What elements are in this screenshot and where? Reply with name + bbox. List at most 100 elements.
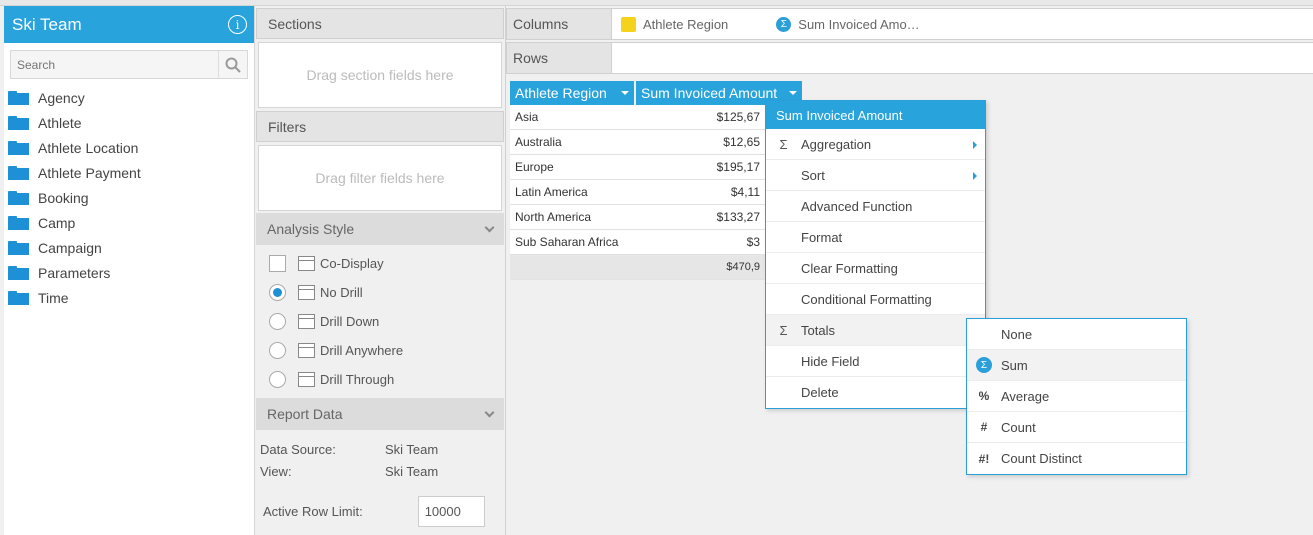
drill-anywhere-icon [298, 343, 315, 358]
sections-drop-zone[interactable]: Drag section fields here [258, 42, 502, 108]
drill-through-icon [298, 372, 315, 387]
field-context-menu: Sum Invoiced Amount Σ Aggregation Sort Ad… [765, 100, 986, 409]
table-row: Latin America $4,11 [510, 180, 802, 205]
submenu-arrow-icon [973, 172, 977, 180]
amount-cell: $195,17 [716, 160, 760, 174]
amount-cell: $3 [746, 235, 760, 249]
style-no-drill[interactable]: No Drill [256, 278, 504, 307]
folder-list: Agency Athlete Athlete Location Athlete … [4, 85, 254, 310]
folder-item-parameters[interactable]: Parameters [4, 260, 254, 285]
report-data-header[interactable]: Report Data [256, 398, 504, 430]
folder-label: Athlete Location [38, 139, 139, 156]
submenu-item-label: Count [1001, 419, 1036, 435]
header-label: Athlete Region [515, 85, 607, 101]
analysis-style-header[interactable]: Analysis Style [256, 213, 504, 245]
style-label: Drill Anywhere [320, 343, 404, 358]
totals-option-average[interactable]: % Average [967, 381, 1186, 412]
table-header: Athlete Region Sum Invoiced Amount [510, 81, 802, 105]
menu-item-conditional-formatting[interactable]: Conditional Formatting [766, 284, 985, 315]
folder-item-time[interactable]: Time [4, 285, 254, 310]
view-value: Ski Team [385, 463, 439, 479]
filters-drop-zone[interactable]: Drag filter fields here [258, 145, 502, 211]
totals-option-sum[interactable]: Σ Sum [967, 350, 1186, 381]
folder-icon [8, 215, 29, 230]
chip-label: Athlete Region [643, 16, 729, 32]
folder-item-campaign[interactable]: Campaign [4, 235, 254, 260]
menu-item-delete[interactable]: Delete [766, 377, 985, 408]
totals-option-none[interactable]: None [967, 319, 1186, 350]
amount-cell: $133,27 [716, 210, 760, 224]
menu-item-format[interactable]: Format [766, 222, 985, 253]
menu-item-sort[interactable]: Sort [766, 160, 985, 191]
menu-item-label: Totals [801, 322, 835, 338]
sigma-icon: Σ [776, 16, 792, 32]
drill-anywhere-radio[interactable] [269, 342, 286, 359]
column-chip-athlete-region[interactable]: Athlete Region [621, 16, 729, 32]
region-cell: North America [515, 210, 592, 224]
row-limit-label: Active Row Limit: [263, 503, 363, 519]
row-limit-input[interactable] [417, 495, 485, 527]
menu-title: Sum Invoiced Amount [766, 101, 985, 129]
header-label: Sum Invoiced Amount [641, 85, 778, 101]
hash-exclaim-icon: #! [978, 451, 990, 466]
folder-icon [8, 240, 29, 255]
dimension-icon [621, 16, 636, 32]
folder-item-booking[interactable]: Booking [4, 185, 254, 210]
panel-header: Ski Team i [4, 6, 254, 43]
column-chip-sum-invoiced[interactable]: Σ Sum Invoiced Amo… [776, 16, 920, 32]
no-drill-icon [298, 285, 315, 300]
rows-drop-zone[interactable] [612, 42, 1313, 74]
folder-item-agency[interactable]: Agency [4, 85, 254, 110]
view-label: View: [260, 463, 292, 479]
menu-item-label: Advanced Function [801, 198, 913, 214]
menu-item-totals[interactable]: Σ Totals [766, 315, 985, 346]
info-icon[interactable]: i [228, 15, 247, 34]
submenu-item-label: None [1001, 326, 1033, 342]
folder-icon [8, 140, 29, 155]
columns-label: Columns [506, 8, 612, 40]
style-drill-through[interactable]: Drill Through [256, 365, 504, 394]
folder-item-camp[interactable]: Camp [4, 210, 254, 235]
drill-through-radio[interactable] [269, 371, 286, 388]
rows-label: Rows [506, 42, 612, 74]
search-input[interactable] [11, 51, 216, 78]
style-drill-down[interactable]: Drill Down [256, 307, 504, 336]
style-co-display[interactable]: Co-Display [256, 249, 504, 278]
column-header-athlete-region[interactable]: Athlete Region [510, 81, 634, 105]
menu-item-advanced-function[interactable]: Advanced Function [766, 191, 985, 222]
folder-item-athlete[interactable]: Athlete [4, 110, 254, 135]
folder-label: Agency [38, 89, 85, 106]
totals-option-count-distinct[interactable]: #! Count Distinct [967, 443, 1186, 474]
search-icon[interactable] [218, 51, 247, 78]
folder-item-athlete-payment[interactable]: Athlete Payment [4, 160, 254, 185]
report-data-title: Report Data [267, 406, 343, 422]
folder-label: Time [38, 289, 69, 306]
region-cell: Asia [515, 110, 539, 124]
drill-down-radio[interactable] [269, 313, 286, 330]
style-drill-anywhere[interactable]: Drill Anywhere [256, 336, 504, 365]
dropdown-arrow-icon[interactable] [789, 91, 797, 95]
menu-item-hide-field[interactable]: Hide Field [766, 346, 985, 377]
co-display-checkbox[interactable] [269, 255, 286, 272]
dropdown-arrow-icon[interactable] [621, 91, 629, 95]
table-total-row: $470,9 [510, 255, 802, 280]
sigma-icon: Σ [976, 357, 992, 373]
data-source-row: Data Source: Ski Team [256, 438, 504, 460]
columns-drop-zone[interactable]: Athlete Region Σ Sum Invoiced Amo… [612, 8, 1313, 40]
table-row: Sub Saharan Africa $3 [510, 230, 802, 255]
no-drill-radio[interactable] [269, 284, 286, 301]
region-cell: Australia [515, 135, 562, 149]
menu-item-label: Aggregation [801, 136, 872, 152]
search-box [10, 50, 248, 79]
menu-item-aggregation[interactable]: Σ Aggregation [766, 129, 985, 160]
menu-item-clear-formatting[interactable]: Clear Formatting [766, 253, 985, 284]
totals-option-count[interactable]: # Count [967, 412, 1186, 443]
style-label: Drill Through [320, 372, 395, 387]
sigma-circle-icon: Σ [967, 357, 1001, 373]
analysis-style-options: Co-Display No Drill Drill Down Drill Any… [256, 245, 504, 394]
folder-item-athlete-location[interactable]: Athlete Location [4, 135, 254, 160]
rows-shelf: Rows [506, 42, 1313, 74]
menu-item-label: Hide Field [801, 353, 860, 369]
data-source-value: Ski Team [385, 441, 439, 457]
menu-item-label: Format [801, 229, 843, 245]
